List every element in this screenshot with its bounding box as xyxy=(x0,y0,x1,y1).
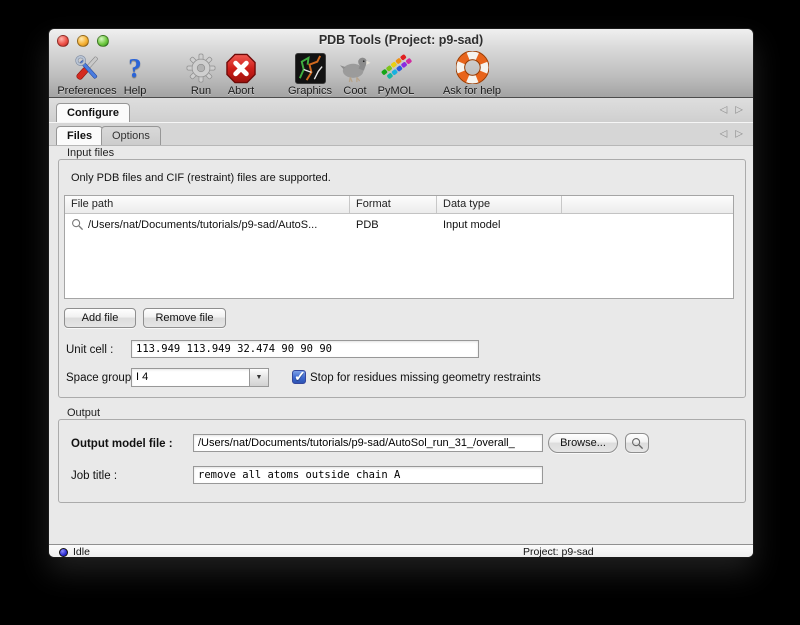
input-files-table[interactable]: File path Format Data type /Users/nat/Do… xyxy=(64,195,734,299)
space-group-value: I 4 xyxy=(132,369,249,386)
status-indicator-icon xyxy=(59,548,68,557)
unit-cell-input[interactable] xyxy=(131,340,479,358)
files-options-tab-bar: Files Options ◁ ▷ xyxy=(49,123,753,146)
graphics-button[interactable]: Graphics xyxy=(288,52,332,97)
tab-scroll-right-icon[interactable]: ▷ xyxy=(735,105,743,116)
input-files-legend: Input files xyxy=(67,147,114,159)
pymol-button[interactable]: PyMOL xyxy=(378,52,415,97)
life-ring-icon xyxy=(456,51,489,84)
project-label: Project: p9-sad xyxy=(523,546,594,558)
column-header-empty xyxy=(562,196,733,213)
output-groupbox xyxy=(58,419,746,503)
toolbar-item-label: Preferences xyxy=(57,85,116,97)
stop-for-residues-checkbox[interactable] xyxy=(292,370,306,384)
magnifier-icon xyxy=(631,437,644,450)
tab-files[interactable]: Files xyxy=(56,126,103,145)
output-legend: Output xyxy=(67,407,100,419)
job-title-input[interactable] xyxy=(193,466,543,484)
file-path-cell: /Users/nat/Documents/tutorials/p9-sad/Au… xyxy=(88,219,317,231)
format-cell: PDB xyxy=(350,219,437,231)
tab-configure[interactable]: Configure xyxy=(56,103,130,122)
add-file-button[interactable]: Add file xyxy=(64,308,136,328)
tab-scroll-arrows: ◁ ▷ xyxy=(720,129,743,140)
stop-for-residues-label[interactable]: Stop for residues missing geometry restr… xyxy=(310,372,541,384)
pdb-tools-window: PDB Tools (Project: p9-sad) Preferences xyxy=(48,28,754,558)
table-row[interactable]: /Users/nat/Documents/tutorials/p9-sad/Au… xyxy=(65,214,733,235)
toolbar-item-label: Abort xyxy=(228,85,254,97)
title-bar[interactable]: PDB Tools (Project: p9-sad) xyxy=(49,29,753,51)
help-button[interactable]: ? Help xyxy=(124,52,147,97)
molecule-graphics-icon xyxy=(295,52,326,84)
unit-cell-label: Unit cell : xyxy=(66,344,113,356)
files-tab-panel: Input files Only PDB files and CIF (rest… xyxy=(49,146,753,544)
toolbar-item-label: Coot xyxy=(343,85,366,97)
window-title: PDB Tools (Project: p9-sad) xyxy=(49,33,753,47)
coot-button[interactable]: Coot xyxy=(339,52,371,97)
run-button[interactable]: Run xyxy=(186,52,216,97)
data-type-cell: Input model xyxy=(437,219,562,231)
abort-button[interactable]: Abort xyxy=(226,52,257,97)
space-group-label: Space group : xyxy=(66,372,138,384)
toolbar-item-label: Help xyxy=(124,85,147,97)
tab-options[interactable]: Options xyxy=(101,126,161,145)
space-group-select[interactable]: I 4 ▼ xyxy=(131,368,269,387)
job-title-label: Job title : xyxy=(71,470,117,482)
toolbar-item-label: Run xyxy=(191,85,211,97)
chevron-down-icon[interactable]: ▼ xyxy=(249,369,268,386)
toolbar-item-label: Graphics xyxy=(288,85,332,97)
window-chrome: PDB Tools (Project: p9-sad) Preferences xyxy=(49,29,753,98)
output-model-file-label: Output model file : xyxy=(71,438,173,450)
status-bar: Idle Project: p9-sad xyxy=(49,544,753,558)
file-search-button[interactable] xyxy=(625,433,649,453)
table-header: File path Format Data type xyxy=(65,196,733,214)
output-model-file-input[interactable] xyxy=(193,434,543,452)
tab-scroll-right-icon[interactable]: ▷ xyxy=(735,129,743,140)
tools-icon xyxy=(71,52,103,84)
remove-file-button[interactable]: Remove file xyxy=(143,308,226,328)
rainbow-ribbon-icon xyxy=(379,52,413,84)
configure-tab-bar: Configure ◁ ▷ xyxy=(49,98,753,123)
status-text: Idle xyxy=(73,546,90,558)
tab-scroll-arrows: ◁ ▷ xyxy=(720,105,743,116)
magnifier-icon xyxy=(71,218,84,231)
question-mark-icon: ? xyxy=(128,52,142,84)
column-header-file-path[interactable]: File path xyxy=(65,196,350,213)
supported-files-note: Only PDB files and CIF (restraint) files… xyxy=(71,172,331,184)
ask-for-help-button[interactable]: Ask for help xyxy=(443,52,501,97)
coot-bird-icon xyxy=(339,52,371,84)
column-header-format[interactable]: Format xyxy=(350,196,437,213)
gear-icon xyxy=(186,52,216,84)
toolbar-item-label: PyMOL xyxy=(378,85,415,97)
browse-button[interactable]: Browse... xyxy=(548,433,618,453)
column-header-data-type[interactable]: Data type xyxy=(437,196,562,213)
stop-x-icon xyxy=(226,52,257,84)
tab-scroll-left-icon[interactable]: ◁ xyxy=(720,129,728,140)
preferences-button[interactable]: Preferences xyxy=(57,52,116,97)
toolbar-item-label: Ask for help xyxy=(443,85,501,97)
tab-scroll-left-icon[interactable]: ◁ xyxy=(720,105,728,116)
